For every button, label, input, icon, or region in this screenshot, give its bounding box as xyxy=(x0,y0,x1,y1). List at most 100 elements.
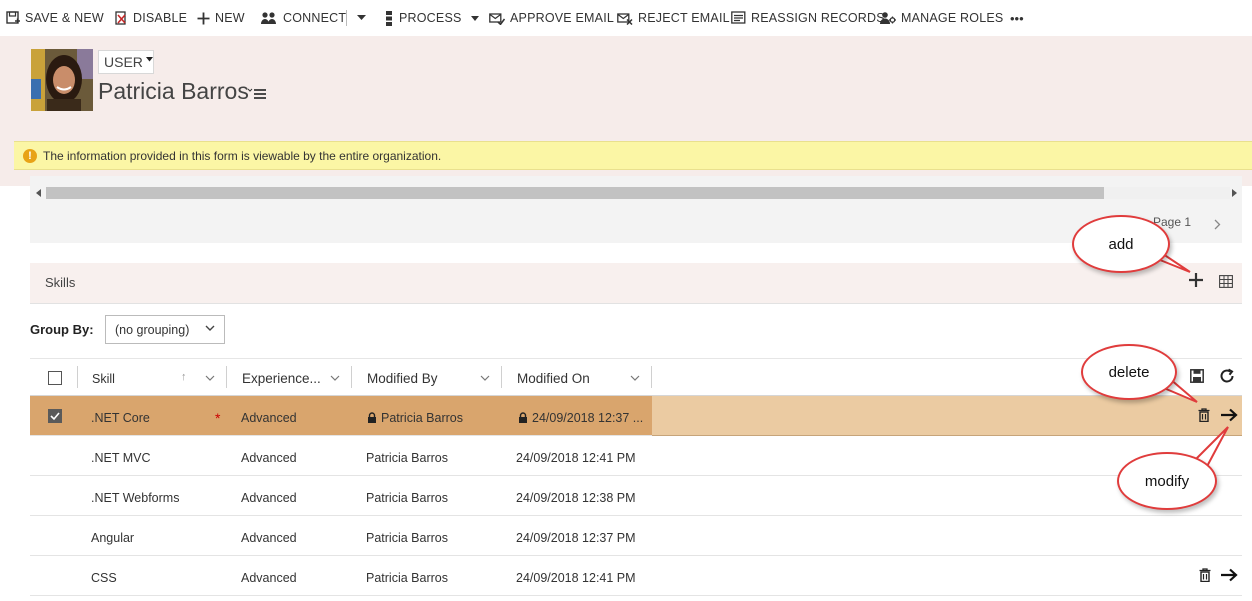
cell-modified-on[interactable]: 24/09/2018 12:41 PM xyxy=(516,571,636,585)
reject-email-icon xyxy=(617,13,633,25)
delete-icon[interactable] xyxy=(1198,408,1210,422)
cell-modified-by[interactable]: Patricia Barros xyxy=(366,491,448,505)
cell-modified-by[interactable]: Patricia Barros xyxy=(366,451,448,465)
table-row[interactable] xyxy=(30,516,1242,556)
process-label: PROCESS xyxy=(399,11,462,25)
more-commands-button[interactable]: ••• xyxy=(1010,9,1024,27)
disable-icon xyxy=(115,11,126,25)
cell-modified-on[interactable]: 24/09/2018 12:37 PM xyxy=(516,531,636,545)
reassign-records-icon xyxy=(731,11,746,24)
cell-modified-on[interactable]: 24/09/2018 12:38 PM xyxy=(516,491,636,505)
command-bar: SAVE & NEW DISABLE NEW CONNECT PROCESS A… xyxy=(0,0,1252,36)
cell-skill[interactable]: .NET MVC xyxy=(91,451,151,465)
cell-skill[interactable]: Angular xyxy=(91,531,134,545)
reassign-records-button[interactable]: REASSIGN RECORDS xyxy=(731,9,885,27)
cell-experience[interactable]: Advanced xyxy=(241,491,297,505)
reject-email-label: REJECT EMAIL xyxy=(638,11,730,25)
table-row[interactable] xyxy=(30,476,1242,516)
entity-selector[interactable]: USER xyxy=(98,50,154,74)
lock-icon xyxy=(519,412,527,423)
cell-skill[interactable]: .NET Core xyxy=(91,411,150,425)
callout-add: add xyxy=(1072,215,1170,273)
column-menu-icon[interactable] xyxy=(630,374,640,382)
separator xyxy=(346,10,347,26)
save-new-icon xyxy=(6,11,20,24)
table-row[interactable] xyxy=(30,556,1242,596)
callout-modify: modify xyxy=(1117,452,1217,510)
column-menu-icon[interactable] xyxy=(330,374,340,382)
approve-email-label: APPROVE EMAIL xyxy=(510,11,615,25)
connect-icon xyxy=(261,12,276,24)
group-by-dropdown[interactable]: (no grouping) xyxy=(105,315,225,344)
save-icon[interactable] xyxy=(1190,369,1204,383)
scroll-left-icon[interactable] xyxy=(36,189,42,197)
disable-label: DISABLE xyxy=(133,11,188,25)
modified-on-value: 24/09/2018 12:37 ... xyxy=(532,411,644,425)
row-checkbox[interactable] xyxy=(48,409,62,423)
caret-down-icon xyxy=(470,15,479,21)
column-menu-icon[interactable] xyxy=(205,374,215,382)
sort-ascending-icon[interactable]: ↑ xyxy=(181,371,187,383)
column-menu-icon[interactable] xyxy=(480,374,490,382)
arrow-right-icon[interactable] xyxy=(1221,408,1238,422)
column-header-skill[interactable]: Skill xyxy=(92,372,115,386)
notification-text: The information provided in this form is… xyxy=(43,148,442,163)
skills-section-header xyxy=(30,263,1242,304)
process-icon xyxy=(386,10,392,26)
avatar[interactable] xyxy=(31,49,93,111)
manage-roles-label: MANAGE ROLES xyxy=(901,11,1004,25)
scroll-right-icon[interactable] xyxy=(1232,189,1238,197)
cell-experience[interactable]: Advanced xyxy=(241,411,297,425)
disable-button[interactable]: DISABLE xyxy=(115,9,187,27)
cell-experience[interactable]: Advanced xyxy=(241,571,297,585)
cell-experience[interactable]: Advanced xyxy=(241,531,297,545)
cell-skill[interactable]: CSS xyxy=(91,571,117,585)
manage-roles-button[interactable]: MANAGE ROLES xyxy=(880,9,1003,27)
column-divider xyxy=(351,366,352,388)
table-row[interactable] xyxy=(30,436,1242,476)
select-all-checkbox[interactable] xyxy=(48,371,62,385)
new-button[interactable]: NEW xyxy=(197,9,245,27)
caret-down-icon xyxy=(357,15,366,20)
checkmark-icon xyxy=(50,412,60,421)
caret-down-icon xyxy=(145,56,153,61)
table-row-action-area[interactable] xyxy=(652,396,1242,436)
modified-by-value: Patricia Barros xyxy=(381,411,463,425)
column-header-modified-on[interactable]: Modified On xyxy=(517,371,590,386)
approve-email-button[interactable]: APPROVE EMAIL xyxy=(489,9,614,27)
delete-icon[interactable] xyxy=(1199,568,1211,582)
cell-modified-by[interactable]: Patricia Barros xyxy=(366,571,448,585)
more-label: ••• xyxy=(1010,10,1024,26)
group-by-label: Group By: xyxy=(30,322,94,337)
lock-icon xyxy=(368,412,376,423)
callout-delete: delete xyxy=(1081,344,1177,400)
cell-modified-on[interactable]: 24/09/2018 12:41 PM xyxy=(516,451,636,465)
group-by-value: (no grouping) xyxy=(115,322,190,337)
scrollbar-thumb[interactable] xyxy=(46,187,1104,199)
column-divider xyxy=(501,366,502,388)
arrow-right-icon[interactable] xyxy=(1221,568,1238,582)
column-divider xyxy=(77,366,78,388)
save-new-label: SAVE & NEW xyxy=(25,11,104,25)
column-header-experience[interactable]: Experience... xyxy=(242,371,321,386)
process-button[interactable]: PROCESS xyxy=(384,9,479,27)
new-label: NEW xyxy=(215,11,245,25)
column-divider xyxy=(651,366,652,388)
grid-view-icon[interactable] xyxy=(1219,275,1233,288)
column-header-modified-by[interactable]: Modified By xyxy=(367,371,438,386)
refresh-icon[interactable] xyxy=(1219,368,1235,384)
reject-email-button[interactable]: REJECT EMAIL xyxy=(617,9,730,27)
connect-split-dropdown[interactable] xyxy=(346,9,366,27)
required-indicator: * xyxy=(215,410,221,426)
cell-experience[interactable]: Advanced xyxy=(241,451,297,465)
add-record-icon[interactable] xyxy=(1188,272,1204,288)
connect-label: CONNECT xyxy=(283,11,347,25)
connect-button[interactable]: CONNECT xyxy=(261,9,346,27)
save-new-button[interactable]: SAVE & NEW xyxy=(6,9,104,27)
next-page-icon[interactable] xyxy=(1214,219,1221,230)
cell-skill[interactable]: .NET Webforms xyxy=(91,491,179,505)
header-menu-icon[interactable] xyxy=(247,87,268,103)
cell-modified-by[interactable]: Patricia Barros xyxy=(366,531,448,545)
profile-photo xyxy=(31,49,93,111)
plus-icon xyxy=(197,12,210,24)
